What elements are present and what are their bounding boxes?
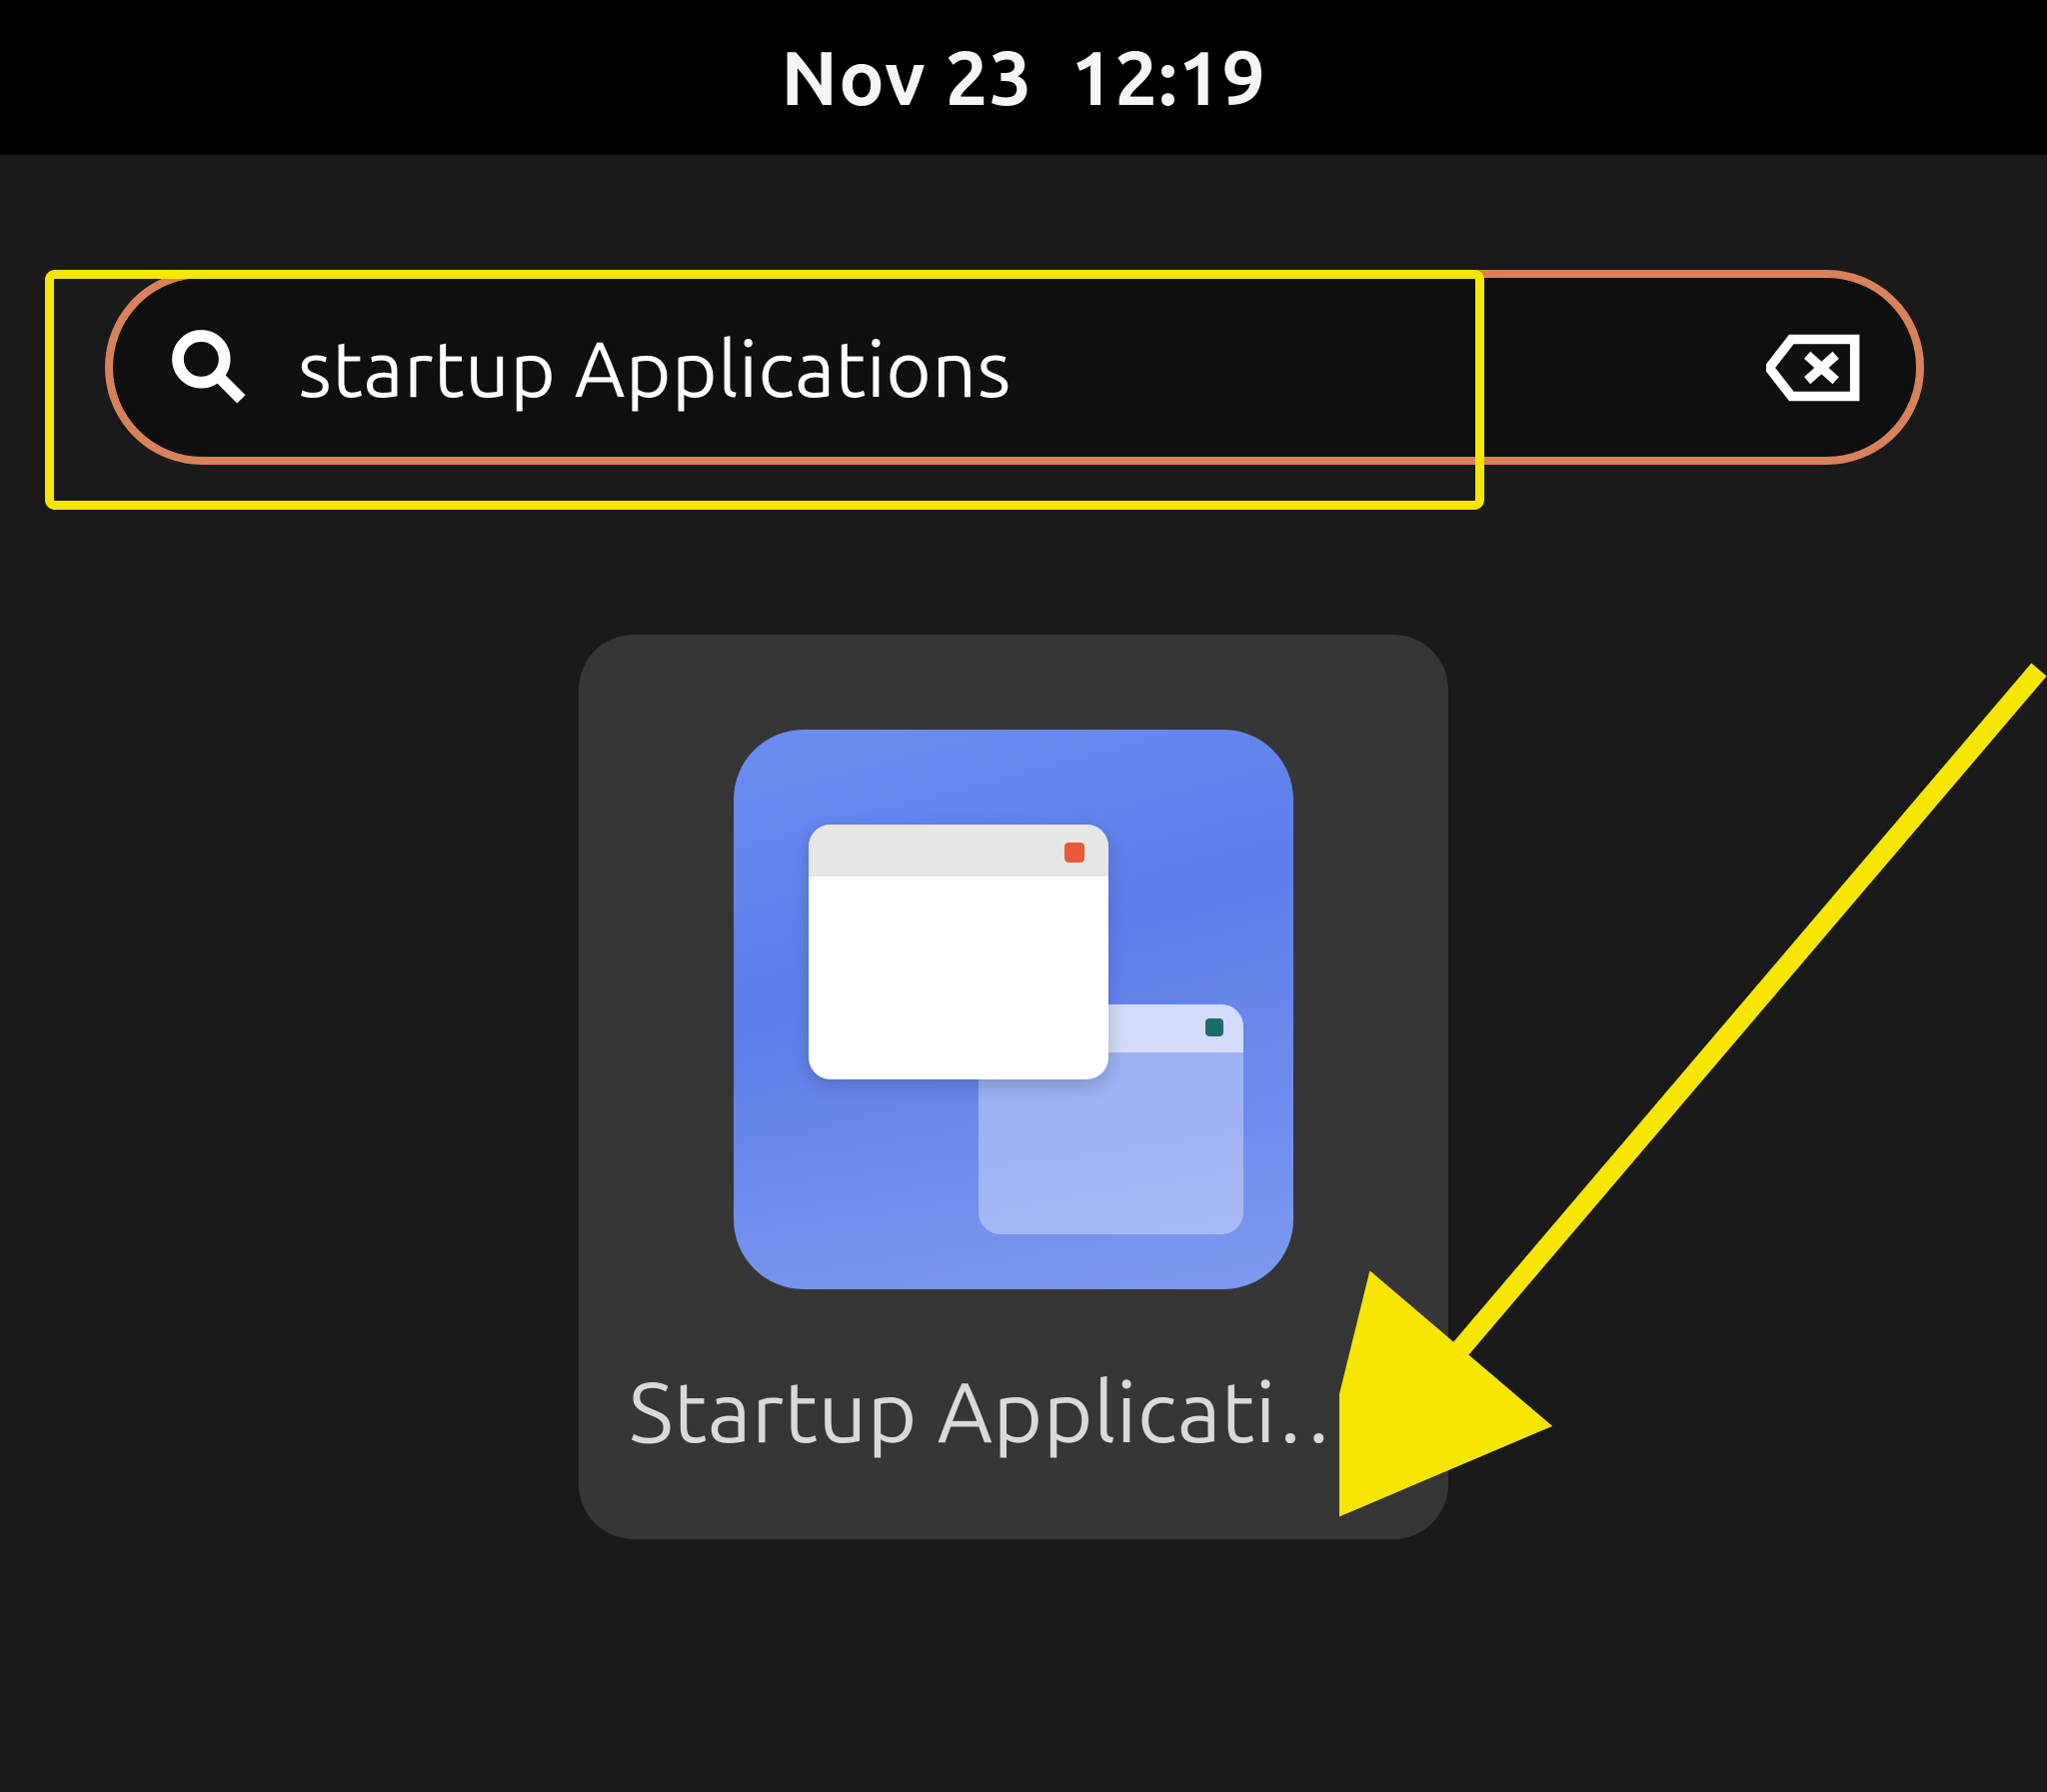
window-front-shape bbox=[809, 825, 1108, 1079]
search-icon bbox=[168, 326, 248, 410]
search-bar[interactable] bbox=[105, 270, 1924, 465]
top-bar: Nov 23 12:19 bbox=[0, 0, 2047, 155]
activities-overview: Startup Applications bbox=[0, 155, 2047, 1539]
search-results: Startup Applications bbox=[25, 635, 2022, 1539]
startup-applications-icon bbox=[734, 730, 1293, 1289]
app-result-startup-applications[interactable]: Startup Applications bbox=[579, 635, 1448, 1539]
clear-search-icon[interactable] bbox=[1766, 333, 1861, 403]
clock-text[interactable]: Nov 23 12:19 bbox=[781, 35, 1265, 120]
search-input[interactable] bbox=[298, 324, 1766, 412]
app-result-label: Startup Applications bbox=[629, 1364, 1398, 1459]
